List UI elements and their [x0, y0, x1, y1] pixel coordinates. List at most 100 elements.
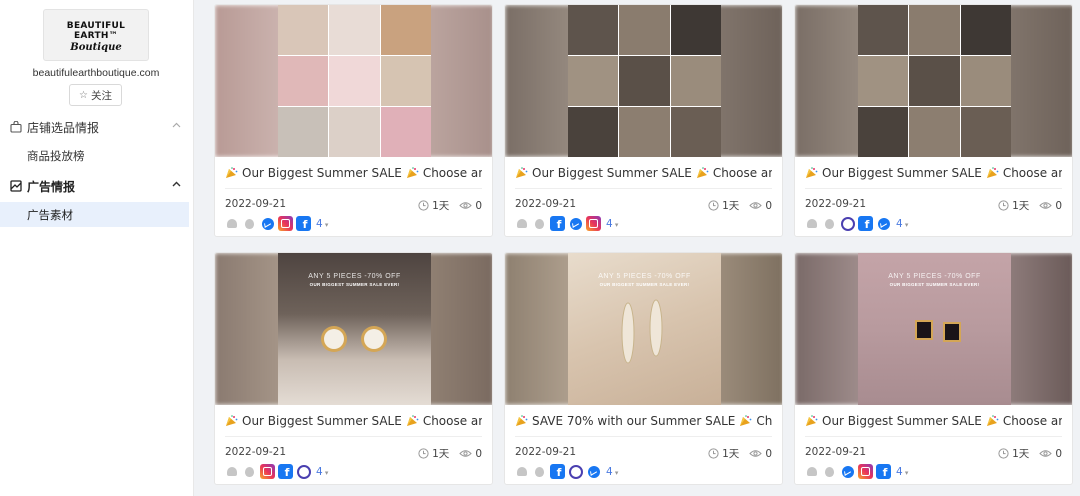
- more-platforms[interactable]: 4 ▾: [896, 466, 908, 478]
- ad-title-part-2: Choose any ...: [1002, 166, 1062, 180]
- store-url[interactable]: beautifulearthboutique.com: [0, 67, 192, 79]
- logo-main-text: BEAUTIFUL EARTH™: [66, 21, 126, 41]
- more-platforms[interactable]: 4 ▾: [606, 466, 618, 478]
- more-platforms[interactable]: 4 ▾: [896, 218, 908, 230]
- ad-date: 2022-09-21: [805, 198, 867, 210]
- overlay-subline: OUR BIGGEST SUMMER SALE EVER!: [309, 282, 400, 287]
- ad-title-part-2: Choose any ...: [422, 166, 482, 180]
- card-divider: [805, 436, 1062, 437]
- platform-icons: f4 ▾: [224, 216, 328, 231]
- ad-card[interactable]: ANY 5 PIECES -70% OFF OUR BIGGEST SUMMER …: [794, 252, 1073, 485]
- chevron-down-icon: ▾: [322, 220, 329, 229]
- follow-button[interactable]: ☆ 关注: [69, 84, 122, 106]
- ad-title[interactable]: SAVE 70% with our Summer SALE Choo...: [515, 413, 772, 429]
- clock-icon: [418, 200, 429, 211]
- more-count: 4: [896, 465, 903, 478]
- ad-stats: 1天 0: [998, 198, 1062, 213]
- instagram-icon: [278, 216, 293, 231]
- android-icon: [514, 216, 529, 231]
- messenger-icon: [586, 464, 601, 479]
- ad-card[interactable]: Our Biggest Summer SALE Choose any ... 202…: [504, 4, 783, 237]
- party-popper-icon: [515, 167, 528, 179]
- facebook-icon: f: [858, 216, 873, 231]
- ad-duration: 1天: [722, 200, 740, 212]
- ad-thumbnail[interactable]: [505, 5, 782, 157]
- ad-date: 2022-09-21: [225, 198, 287, 210]
- ad-title[interactable]: Our Biggest Summer SALE Choose any ...: [225, 413, 482, 429]
- nav-group-ad-intel[interactable]: 广告情报: [0, 175, 193, 197]
- sidebar-item-label: 商品投放榜: [27, 148, 85, 163]
- instagram-icon: [586, 216, 601, 231]
- ad-stats: 1天 0: [418, 198, 482, 213]
- chevron-down-icon: ▾: [902, 220, 909, 229]
- ad-card[interactable]: Our Biggest Summer SALE Choose any ... 202…: [794, 4, 1073, 237]
- ad-overlay-text: ANY 5 PIECES -70% OFF OUR BIGGEST SUMMER …: [568, 273, 721, 287]
- ad-views: 0: [765, 447, 772, 460]
- apple-icon: [242, 216, 257, 231]
- ad-card[interactable]: ANY 5 PIECES -70% OFF OUR BIGGEST SUMMER …: [214, 252, 493, 485]
- instagram-icon: [260, 464, 275, 479]
- ad-overlay-text: ANY 5 PIECES -70% OFF OUR BIGGEST SUMMER …: [858, 273, 1011, 287]
- party-popper-icon: [986, 167, 999, 179]
- overlay-subline: OUR BIGGEST SUMMER SALE EVER!: [599, 282, 690, 287]
- ad-stats: 1天 0: [708, 446, 772, 461]
- platform-icons: f4 ▾: [514, 216, 618, 231]
- ad-title-part-1: SAVE 70% with our Summer SALE: [532, 414, 736, 428]
- more-platforms[interactable]: 4 ▾: [606, 218, 618, 230]
- ad-thumbnail[interactable]: ANY 5 PIECES -70% OFF OUR BIGGEST SUMMER …: [795, 253, 1072, 405]
- party-popper-icon: [406, 415, 419, 427]
- ad-title[interactable]: Our Biggest Summer SALE Choose any ...: [805, 165, 1062, 181]
- eye-icon: [459, 202, 473, 209]
- messenger-icon: [840, 464, 855, 479]
- eye-icon: [749, 202, 763, 209]
- eye-icon: [1039, 202, 1053, 209]
- ad-card[interactable]: Our Biggest Summer SALE Choose any ... 202…: [214, 4, 493, 237]
- ad-date: 2022-09-21: [515, 198, 577, 210]
- sidebar-item-ad-creatives[interactable]: 广告素材: [0, 202, 189, 227]
- nav-group-label: 广告情报: [27, 179, 76, 194]
- chevron-down-icon: ▾: [902, 468, 909, 477]
- ad-thumbnail[interactable]: ANY 5 PIECES -70% OFF OUR BIGGEST SUMMER …: [505, 253, 782, 405]
- ad-title-part-2: Choo...: [756, 414, 772, 428]
- chevron-down-icon: ▾: [612, 468, 619, 477]
- party-popper-icon: [225, 167, 238, 179]
- overlay-headline: ANY 5 PIECES -70% OFF: [598, 273, 691, 280]
- facebook-icon: f: [278, 464, 293, 479]
- messenger-icon: [568, 216, 583, 231]
- ad-overlay-text: ANY 5 PIECES -70% OFF OUR BIGGEST SUMMER …: [278, 273, 431, 287]
- shop-icon: [10, 120, 22, 133]
- ad-title[interactable]: Our Biggest Summer SALE Choose any ...: [225, 165, 482, 181]
- ad-thumbnail[interactable]: [215, 5, 492, 157]
- clock-icon: [708, 200, 719, 211]
- more-platforms[interactable]: 4 ▾: [316, 466, 328, 478]
- overlay-headline: ANY 5 PIECES -70% OFF: [308, 273, 401, 280]
- audience-network-icon: [568, 464, 583, 479]
- party-popper-icon: [696, 167, 709, 179]
- ad-title[interactable]: Our Biggest Summer SALE Choose any ...: [805, 413, 1062, 429]
- clock-icon: [418, 448, 429, 459]
- logo-sub-text: Boutique: [70, 42, 122, 53]
- ad-date: 2022-09-21: [225, 446, 287, 458]
- audience-network-icon: [840, 216, 855, 231]
- chevron-down-icon: ▾: [322, 468, 329, 477]
- ad-thumbnail[interactable]: ANY 5 PIECES -70% OFF OUR BIGGEST SUMMER …: [215, 253, 492, 405]
- messenger-icon: [260, 216, 275, 231]
- card-divider: [805, 188, 1062, 189]
- nav-group-shop-intel[interactable]: 店铺选品情报: [0, 116, 193, 138]
- overlay-subline: OUR BIGGEST SUMMER SALE EVER!: [889, 282, 980, 287]
- sidebar-item-label: 广告素材: [27, 207, 73, 222]
- sidebar-item-product-ranking[interactable]: 商品投放榜: [0, 143, 189, 168]
- android-icon: [804, 464, 819, 479]
- ad-title-part-1: Our Biggest Summer SALE: [822, 414, 982, 428]
- ad-card[interactable]: ANY 5 PIECES -70% OFF OUR BIGGEST SUMMER …: [504, 252, 783, 485]
- more-platforms[interactable]: 4 ▾: [316, 218, 328, 230]
- ad-title[interactable]: Our Biggest Summer SALE Choose any ...: [515, 165, 772, 181]
- ad-title-part-1: Our Biggest Summer SALE: [242, 166, 402, 180]
- follow-label: 关注: [90, 89, 112, 102]
- ad-thumbnail[interactable]: [795, 5, 1072, 157]
- apple-icon: [532, 216, 547, 231]
- ad-title-part-1: Our Biggest Summer SALE: [532, 166, 692, 180]
- audience-network-icon: [296, 464, 311, 479]
- card-divider: [225, 436, 482, 437]
- party-popper-icon: [805, 167, 818, 179]
